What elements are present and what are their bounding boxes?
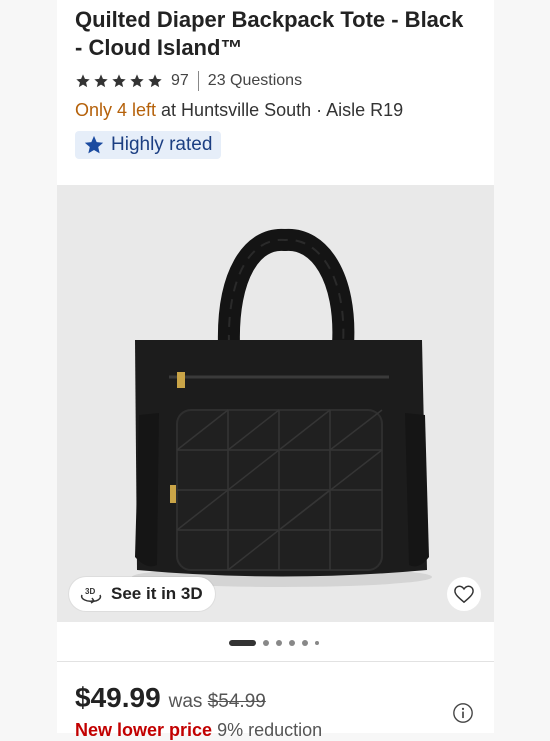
view-3d-button[interactable]: 3D See it in 3D xyxy=(69,577,215,611)
divider xyxy=(197,71,199,91)
product-title: Quilted Diaper Backpack Tote - Black - C… xyxy=(75,7,464,60)
carousel-dot[interactable] xyxy=(229,640,256,646)
star-icon xyxy=(76,74,90,88)
star-icon xyxy=(112,74,126,88)
was-label: was xyxy=(168,691,208,712)
was-price: $54.99 xyxy=(207,691,266,712)
rating-count[interactable]: 97 xyxy=(171,72,189,90)
current-price: $49.99 xyxy=(75,682,161,713)
ratings-row[interactable]: 97 23 Questions xyxy=(75,71,302,91)
carousel-dot[interactable] xyxy=(276,640,282,646)
svg-text:3D: 3D xyxy=(85,587,95,596)
star-icon xyxy=(94,74,108,88)
carousel-dot[interactable] xyxy=(302,640,308,646)
star-icon xyxy=(84,135,104,154)
low-stock-label: Only 4 left xyxy=(75,100,157,120)
star-icon xyxy=(130,74,144,88)
3d-icon: 3D xyxy=(80,587,102,604)
promo-label: New lower price xyxy=(75,720,213,740)
product-page: Quilted Diaper Backpack Tote - Black - C… xyxy=(57,0,494,740)
view-3d-label: See it in 3D xyxy=(111,584,203,603)
heart-icon xyxy=(454,585,474,604)
highly-rated-badge: Highly rated xyxy=(75,131,222,159)
store-location: at Huntsville South · Aisle R19 xyxy=(156,100,404,120)
badge-label: Highly rated xyxy=(111,134,213,155)
product-image xyxy=(57,185,494,622)
rating-stars xyxy=(75,73,163,89)
was-price-block: was $54.99 xyxy=(169,691,266,713)
carousel-dot[interactable] xyxy=(315,641,319,645)
carousel-dot[interactable] xyxy=(263,640,269,646)
product-image-carousel[interactable]: 3D See it in 3D xyxy=(57,185,494,622)
questions-link[interactable]: 23 Questions xyxy=(208,72,302,90)
favorite-button[interactable] xyxy=(447,577,481,611)
info-icon[interactable] xyxy=(452,702,474,724)
section-divider xyxy=(57,661,494,662)
star-icon xyxy=(148,74,162,88)
promo-detail: 9% reduction xyxy=(212,720,323,740)
carousel-indicators[interactable] xyxy=(229,639,319,647)
carousel-dot[interactable] xyxy=(289,640,295,646)
stock-status: Only 4 left at Huntsville South · Aisle … xyxy=(75,100,403,121)
promo-text: New lower price 9% reduction xyxy=(75,720,322,741)
price-row: $49.99 was $54.99 xyxy=(75,682,266,714)
